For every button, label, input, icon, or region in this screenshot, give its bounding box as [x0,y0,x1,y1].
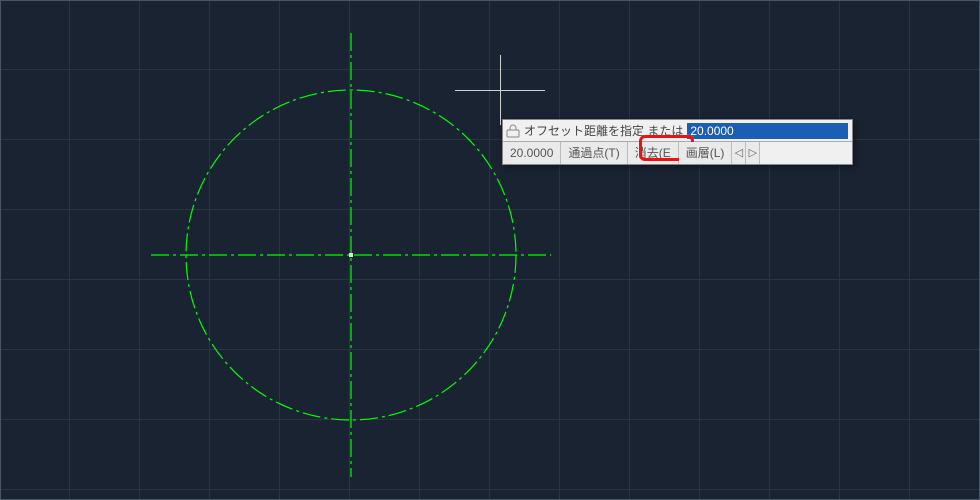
options-row: 20.0000 通過点(T) 消去(E 画層(L) ◁ ▷ [503,142,852,164]
option-current-value[interactable]: 20.0000 [503,142,561,164]
dynamic-input-popup: オフセット距離を指定 または 20.0000 通過点(T) 消去(E 画層(L)… [502,119,853,165]
offset-distance-input[interactable] [687,123,848,139]
drawing-canvas[interactable] [0,0,980,500]
command-icon [505,123,521,139]
center-point-marker [349,253,353,257]
option-layer[interactable]: 画層(L) [679,142,733,164]
prompt-label: オフセット距離を指定 または [524,122,687,139]
option-through-point[interactable]: 通過点(T) [561,142,627,164]
options-prev-button[interactable]: ◁ [732,142,746,164]
options-next-button[interactable]: ▷ [746,142,760,164]
option-erase[interactable]: 消去(E [628,142,679,164]
